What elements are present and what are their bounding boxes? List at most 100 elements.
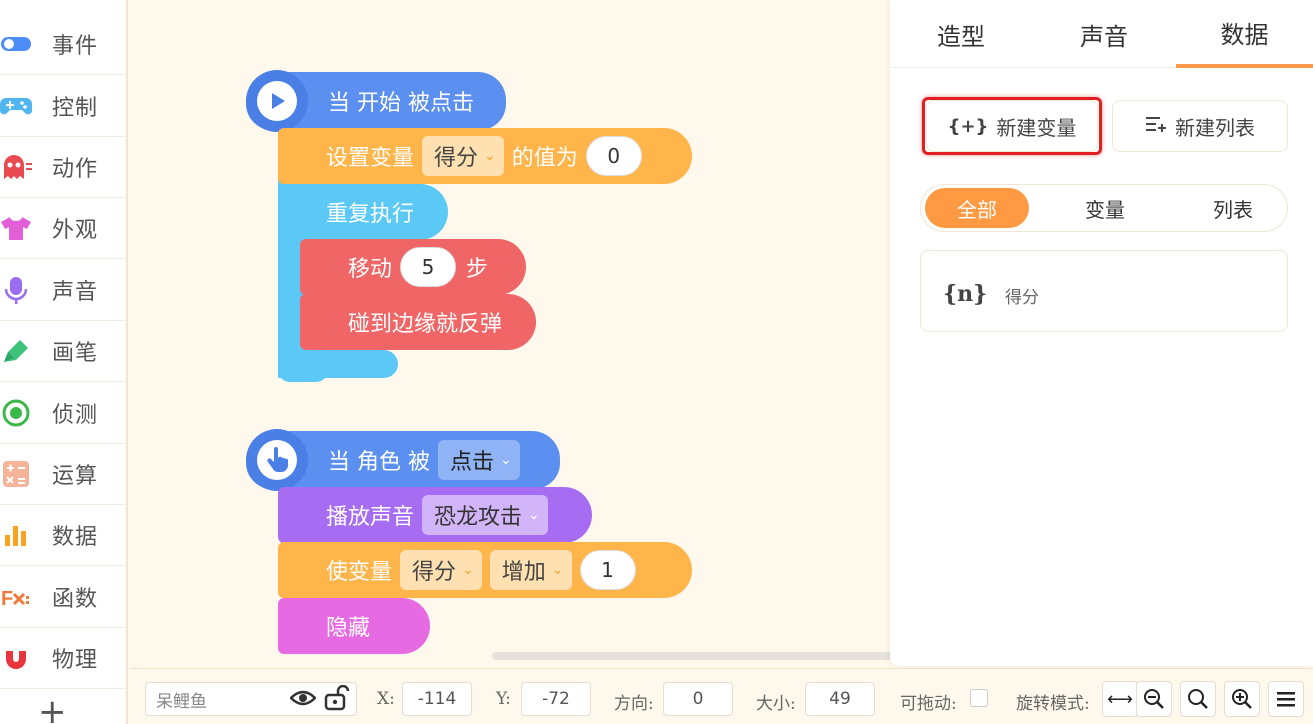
- category-looks[interactable]: 外观: [0, 198, 126, 259]
- variable-dropdown[interactable]: 得分 ⌄: [400, 550, 482, 590]
- set-variable-block[interactable]: 设置变量 得分 ⌄ 的值为 0: [278, 128, 692, 184]
- category-label: 侦测: [52, 403, 99, 428]
- category-motion[interactable]: 动作: [0, 137, 126, 198]
- play-icon: [257, 81, 297, 121]
- value-input[interactable]: 1: [579, 550, 636, 590]
- category-sensing[interactable]: 侦测: [0, 383, 126, 444]
- rotate-left-right-button[interactable]: ⟷: [1102, 681, 1138, 717]
- hide-block[interactable]: 隐藏: [278, 598, 430, 654]
- x-position-input[interactable]: -114: [402, 682, 472, 716]
- y-value: -72: [542, 689, 570, 709]
- operation-dropdown[interactable]: 增加 ⌄: [489, 550, 572, 590]
- block-label: 的值为: [511, 146, 578, 171]
- block-label: 重复执行: [326, 202, 415, 227]
- sound-dropdown[interactable]: 恐龙攻击 ⌄: [422, 495, 548, 535]
- repeat-block-bottom: [278, 350, 398, 378]
- block-label: 播放声音: [326, 505, 415, 530]
- svg-text:F: F: [1, 588, 13, 610]
- category-operators[interactable]: 运算: [0, 444, 126, 505]
- block-label: 移动: [348, 257, 393, 282]
- repeat-forever-block[interactable]: 重复执行: [278, 184, 448, 240]
- category-physics[interactable]: 物理: [0, 628, 126, 689]
- new-list-button[interactable]: 新建列表: [1112, 100, 1288, 152]
- eye-icon[interactable]: [289, 687, 317, 713]
- block-label: 隐藏: [326, 616, 371, 641]
- play-sound-block[interactable]: 播放声音 恐龙攻击 ⌄: [278, 487, 592, 543]
- calculator-icon: [0, 458, 32, 490]
- change-variable-block[interactable]: 使变量 得分 ⌄ 增加 ⌄ 1: [278, 542, 692, 598]
- search-icon: [1188, 689, 1208, 709]
- dropdown-value: 得分: [434, 146, 479, 171]
- tab-sounds[interactable]: 声音: [1033, 0, 1175, 68]
- variable-list-item[interactable]: {n} 得分: [920, 250, 1288, 332]
- draggable-label: 可拖动:: [900, 694, 957, 714]
- direction-value: 0: [692, 689, 704, 709]
- when-start-clicked-block[interactable]: 当 开始 被点击: [246, 70, 506, 132]
- category-label: 数据: [52, 525, 99, 550]
- block-label: 使变量: [326, 560, 393, 585]
- dropdown-value: 点击: [450, 450, 495, 475]
- code-workspace[interactable]: 当 开始 被点击 设置变量 得分 ⌄ 的值为 0 重复执行 移动 5 步 碰到边…: [130, 0, 890, 666]
- zoom-out-icon: [1144, 689, 1164, 709]
- zoom-out-button[interactable]: [1136, 681, 1172, 717]
- x-label: X:: [377, 689, 395, 709]
- chevron-down-icon: ⌄: [462, 562, 474, 578]
- variable-dropdown[interactable]: 得分 ⌄: [422, 136, 504, 176]
- button-label: 新建变量: [996, 115, 1077, 140]
- y-label: Y:: [496, 689, 511, 709]
- tab-costumes[interactable]: 造型: [890, 0, 1032, 68]
- rotation-mode-label: 旋转模式:: [1016, 694, 1090, 714]
- filter-lists[interactable]: 列表: [1181, 188, 1285, 228]
- pointer-hand-icon: [257, 440, 297, 480]
- category-label: 外观: [52, 218, 99, 243]
- event-dropdown[interactable]: 点击 ⌄: [438, 440, 520, 480]
- category-label: 函数: [52, 587, 99, 612]
- value-input[interactable]: 0: [585, 136, 642, 176]
- dropdown-value: 得分: [412, 560, 457, 585]
- category-functions[interactable]: F 函数: [0, 567, 126, 628]
- size-label: 大小:: [756, 694, 796, 714]
- category-control[interactable]: 控制: [0, 76, 126, 137]
- category-sound[interactable]: 声音: [0, 260, 126, 321]
- left-right-arrow-icon: ⟷: [1107, 688, 1133, 710]
- button-label: 新建列表: [1175, 115, 1255, 140]
- sprite-properties-bar: 呆鲤鱼 X: -114 Y: -72 方向: 0 大小: 49 可拖动: 旋转模…: [130, 668, 1313, 724]
- zoom-reset-button[interactable]: [1180, 681, 1216, 717]
- filter-variables[interactable]: 变量: [1053, 188, 1157, 228]
- when-sprite-clicked-block[interactable]: 当 角色 被 点击 ⌄: [246, 429, 560, 491]
- block-label: 设置变量: [326, 146, 415, 171]
- bounce-on-edge-block[interactable]: 碰到边缘就反弹: [300, 294, 536, 350]
- add-extension-button[interactable]: +: [38, 695, 67, 724]
- move-steps-block[interactable]: 移动 5 步: [300, 239, 526, 295]
- category-label: 运算: [52, 464, 99, 489]
- category-pen[interactable]: 画笔: [0, 321, 126, 382]
- direction-label: 方向:: [614, 694, 654, 714]
- category-data[interactable]: 数据: [0, 505, 126, 566]
- zoom-in-button[interactable]: [1224, 681, 1260, 717]
- hat-badge: [246, 70, 308, 132]
- target-icon: [0, 397, 32, 429]
- category-events[interactable]: 事件: [0, 14, 126, 75]
- workspace-horizontal-scrollbar[interactable]: [492, 652, 892, 660]
- variable-filter: 全部 变量 列表: [920, 184, 1288, 232]
- lock-icon[interactable]: [324, 684, 350, 715]
- new-variable-button[interactable]: {+} 新建变量: [926, 100, 1098, 152]
- category-sidebar: 事件 控制 动作 外观 声音 画笔 侦测 运算 数据 F 函数 物理 +: [0, 0, 128, 724]
- sprite-name-value: 呆鲤鱼: [156, 691, 207, 712]
- y-position-input[interactable]: -72: [521, 682, 591, 716]
- steps-input[interactable]: 5: [400, 247, 457, 287]
- tab-data[interactable]: 数据: [1176, 0, 1313, 68]
- block-label: 当 角色 被: [328, 450, 430, 475]
- size-input[interactable]: 49: [805, 682, 875, 716]
- variable-icon: {n}: [943, 281, 988, 307]
- chevron-down-icon: ⌄: [484, 148, 496, 164]
- direction-input[interactable]: 0: [663, 682, 733, 716]
- filter-all[interactable]: 全部: [925, 188, 1029, 228]
- gamepad-icon: [0, 90, 32, 122]
- zoom-in-icon: [1232, 689, 1252, 709]
- panel-tabs: 造型 声音 数据: [890, 0, 1313, 68]
- block-label: 碰到边缘就反弹: [348, 312, 503, 337]
- category-label: 物理: [52, 648, 99, 673]
- draggable-checkbox[interactable]: [970, 689, 988, 707]
- menu-button[interactable]: [1268, 681, 1304, 717]
